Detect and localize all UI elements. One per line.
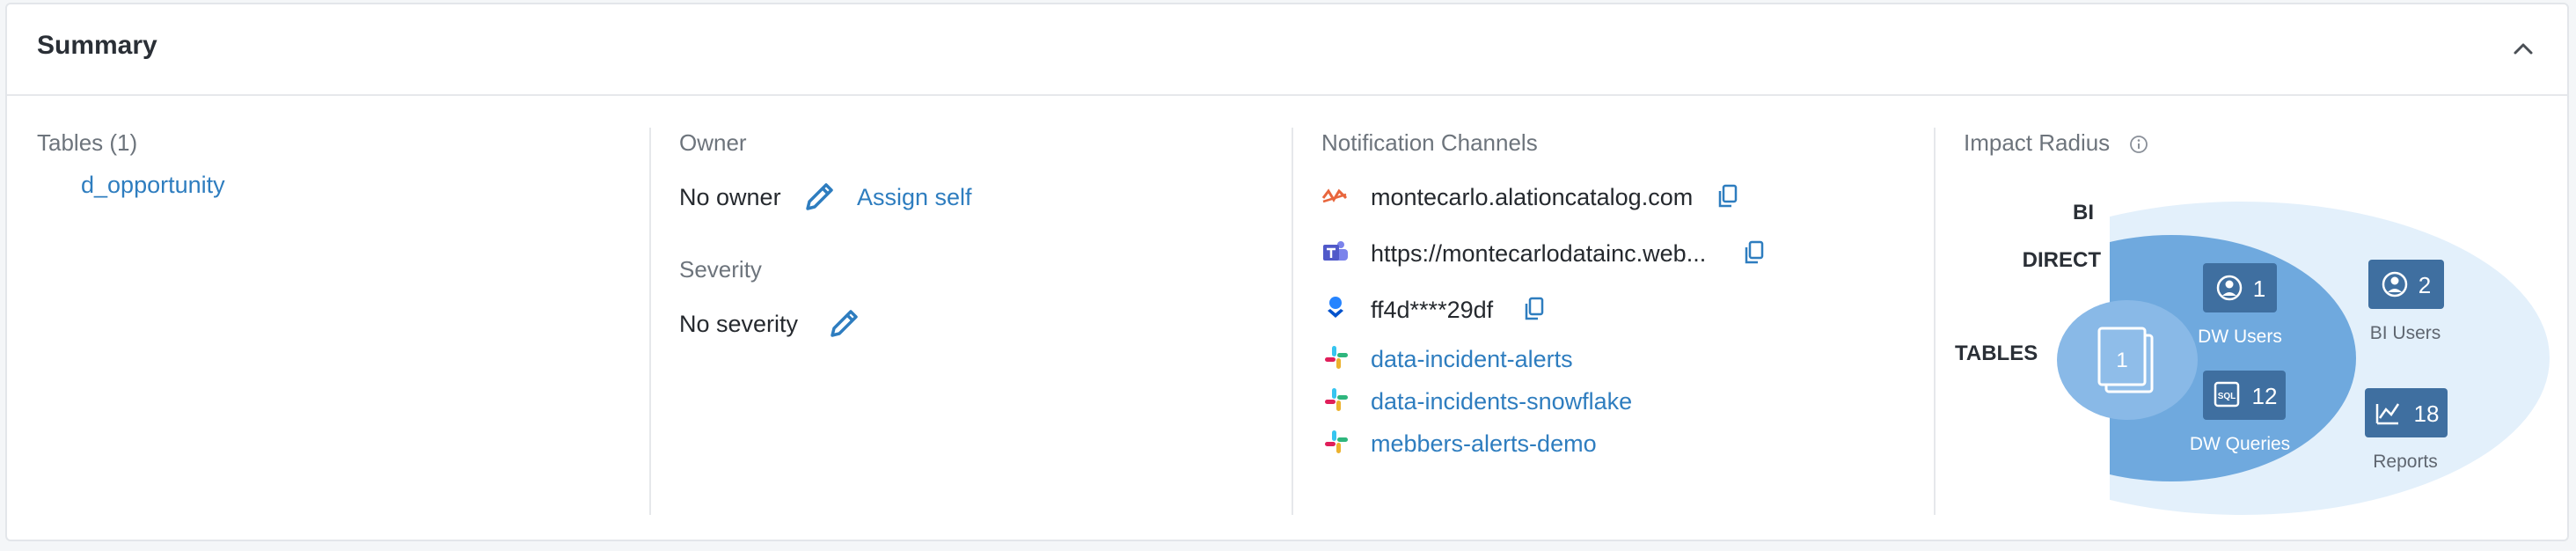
dw-users-count: 1 bbox=[2253, 276, 2265, 302]
column-divider bbox=[649, 128, 651, 515]
bi-users-badge[interactable]: 2 bbox=[2368, 260, 2444, 309]
summary-header: Summary bbox=[7, 4, 2567, 96]
copy-icon[interactable] bbox=[1524, 297, 1545, 321]
dw-users-badge[interactable]: 1 bbox=[2203, 263, 2277, 312]
dw-queries-badge[interactable]: SQL 12 bbox=[2203, 371, 2286, 420]
edit-severity-pencil-icon[interactable] bbox=[827, 305, 862, 341]
slack-channel-link[interactable]: data-incident-alerts bbox=[1371, 346, 1573, 373]
opsgenie-icon bbox=[1328, 297, 1343, 318]
column-divider bbox=[1292, 128, 1293, 515]
slack-icon bbox=[1325, 430, 1348, 453]
bi-users-label: BI Users bbox=[2370, 323, 2441, 343]
level-tables-label: TABLES bbox=[1955, 342, 2038, 365]
channel-text: ff4d****29df bbox=[1371, 297, 1494, 323]
level-bi-label: BI bbox=[2073, 201, 2094, 224]
tables-count: 1 bbox=[2116, 349, 2127, 372]
summary-title: Summary bbox=[37, 31, 157, 60]
info-icon[interactable] bbox=[2129, 135, 2148, 154]
edit-owner-pencil-icon[interactable] bbox=[802, 179, 838, 214]
level-direct-label: DIRECT bbox=[2023, 248, 2102, 272]
impact-radius-label: Impact Radius bbox=[1964, 129, 2111, 156]
dw-queries-label: DW Queries bbox=[2190, 434, 2290, 454]
column-divider bbox=[1934, 128, 1936, 515]
alation-icon bbox=[1321, 188, 1348, 203]
copy-icon[interactable] bbox=[1717, 184, 1738, 209]
teams-icon bbox=[1323, 241, 1348, 261]
tables-count-icon[interactable]: 1 bbox=[2097, 327, 2154, 393]
reports-badge[interactable]: 18 bbox=[2365, 388, 2448, 437]
channel-text: montecarlo.alationcatalog.com bbox=[1371, 184, 1694, 210]
slack-icon bbox=[1325, 388, 1348, 411]
impact-radius-diagram: BI DIRECT TABLES 1 1 DW Users SQL 12 DW … bbox=[1955, 201, 2550, 515]
bi-users-count: 2 bbox=[2419, 272, 2431, 298]
dw-queries-count: 12 bbox=[2252, 383, 2278, 409]
slack-channel-link[interactable]: data-incidents-snowflake bbox=[1371, 388, 1632, 415]
owner-value: No owner bbox=[679, 184, 781, 210]
notification-channels-label: Notification Channels bbox=[1321, 129, 1538, 156]
channel-text: https://montecarlodatainc.web... bbox=[1371, 240, 1707, 267]
slack-icon bbox=[1325, 346, 1348, 369]
assign-self-link[interactable]: Assign self bbox=[857, 184, 972, 211]
tables-label: Tables (1) bbox=[37, 129, 138, 156]
reports-label: Reports bbox=[2373, 452, 2438, 472]
chevron-up-icon[interactable] bbox=[2511, 36, 2536, 61]
svg-text:SQL: SQL bbox=[2218, 392, 2236, 401]
summary-panel: Summary Tables (1) d_opportunity Owner N… bbox=[5, 3, 2569, 541]
slack-channel-link[interactable]: mebbers-alerts-demo bbox=[1371, 430, 1597, 458]
dw-users-label: DW Users bbox=[2198, 327, 2282, 347]
reports-count: 18 bbox=[2414, 400, 2440, 427]
severity-label: Severity bbox=[679, 256, 762, 283]
copy-icon[interactable] bbox=[1744, 240, 1765, 265]
owner-label: Owner bbox=[679, 129, 747, 156]
table-link[interactable]: d_opportunity bbox=[81, 172, 225, 199]
severity-value: No severity bbox=[679, 311, 799, 337]
